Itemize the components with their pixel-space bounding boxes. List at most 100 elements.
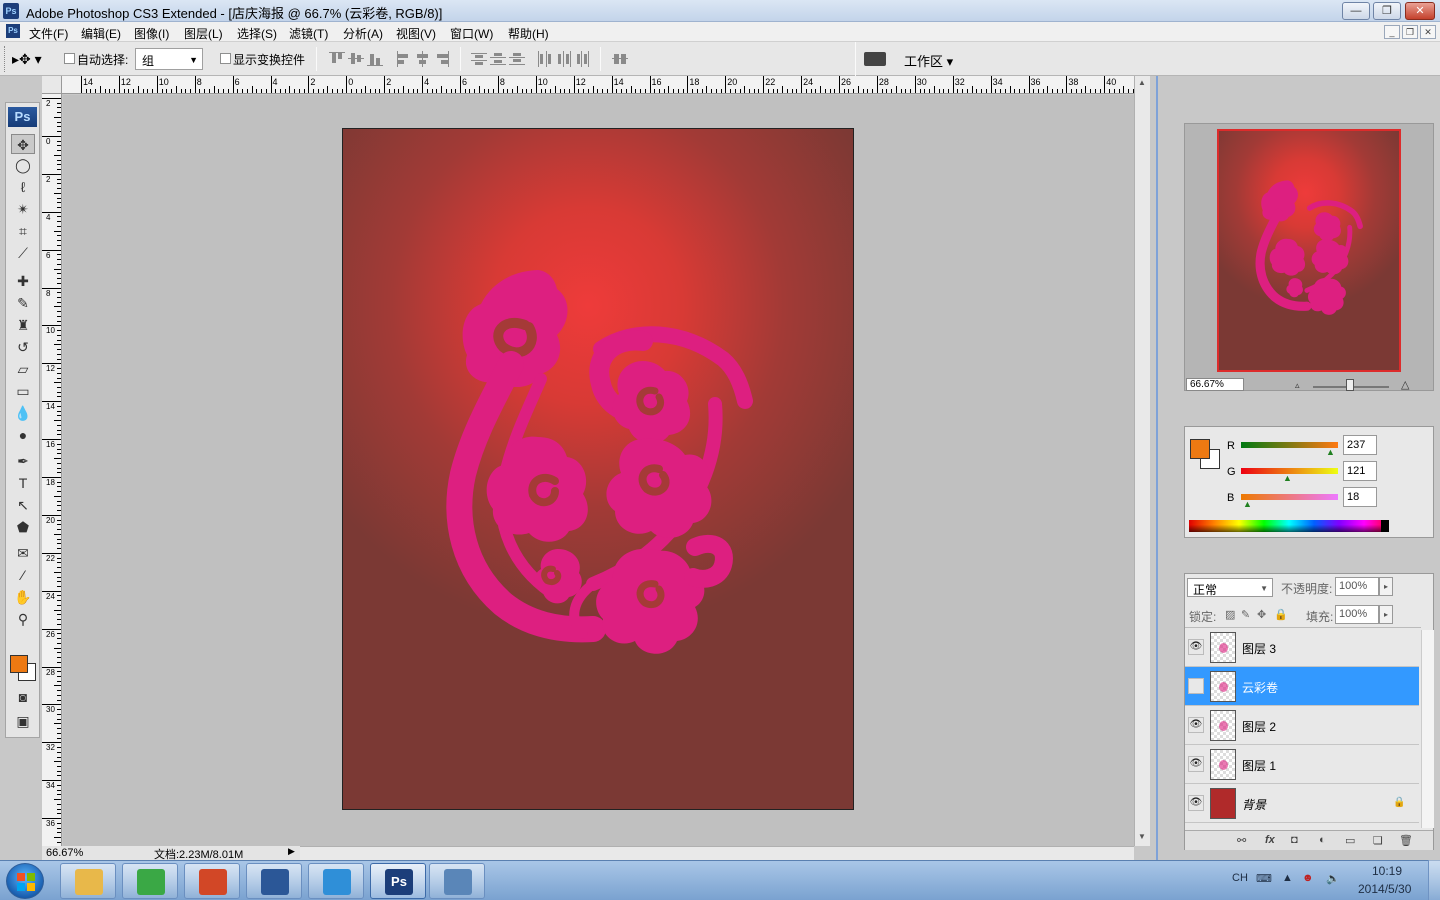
horizontal-scrollbar[interactable] bbox=[300, 846, 1134, 860]
document-icon[interactable]: Ps bbox=[6, 24, 20, 38]
horizontal-ruler[interactable]: 14 12 10 8 6 4 2 0 2 4 6 8 10 12 14 16 18 20 22 24 26 28 30 32 3… bbox=[62, 76, 1134, 94]
gradient-tool-icon[interactable]: ▭ bbox=[11, 381, 35, 401]
qq-icon[interactable]: ☻ bbox=[1302, 872, 1314, 884]
green-slider-knob[interactable]: ▲ bbox=[1283, 473, 1292, 483]
document-work-area[interactable] bbox=[63, 95, 1134, 846]
layer-thumbnail[interactable] bbox=[1210, 788, 1236, 819]
quick-mask-icon[interactable]: ◙ bbox=[11, 687, 35, 707]
menu-file[interactable]: 文件(F) bbox=[29, 25, 68, 42]
menu-filter[interactable]: 滤镜(T) bbox=[289, 25, 328, 42]
auto-select-checkbox[interactable] bbox=[64, 53, 75, 64]
workspace-menu[interactable]: 工作区 ▾ bbox=[904, 51, 953, 70]
panel-foreground-swatch[interactable] bbox=[1190, 439, 1210, 459]
type-tool-icon[interactable]: T bbox=[11, 473, 35, 493]
healing-brush-tool-icon[interactable]: ✚ bbox=[11, 271, 35, 291]
zoom-level[interactable]: 66.67% bbox=[46, 847, 83, 859]
keyboard-icon[interactable]: ⌨ bbox=[1256, 872, 1272, 885]
opacity-arrow[interactable]: ▸ bbox=[1379, 577, 1393, 596]
adjustment-layer-icon[interactable]: ◐ bbox=[1319, 834, 1326, 846]
distribute-left-icon[interactable] bbox=[537, 51, 553, 67]
eraser-tool-icon[interactable]: ▱ bbox=[11, 359, 35, 379]
layer-row[interactable]: 👁 图层 2 bbox=[1185, 706, 1419, 745]
red-slider-knob[interactable]: ▲ bbox=[1326, 447, 1335, 457]
align-hcenter-icon[interactable] bbox=[415, 51, 431, 67]
document-canvas[interactable] bbox=[342, 128, 854, 810]
vertical-scrollbar[interactable]: ▲ ▼ bbox=[1134, 76, 1150, 846]
visibility-toggle[interactable] bbox=[1188, 678, 1204, 694]
zoom-tool-icon[interactable]: ⚲ bbox=[11, 609, 35, 629]
vertical-ruler[interactable]: 2 0 2 4 6 8 10 12 14 16 18 20 22 24 26 28 30 32 34 36 bbox=[42, 94, 62, 846]
blue-channel-slider[interactable] bbox=[1241, 494, 1338, 500]
align-vcenter-icon[interactable] bbox=[348, 51, 364, 67]
eye-visibility-icon[interactable]: 👁 bbox=[1188, 795, 1204, 811]
align-right-icon[interactable] bbox=[434, 51, 450, 67]
layer-name[interactable]: 图层 3 bbox=[1242, 640, 1276, 657]
layer-row[interactable]: 云彩卷 bbox=[1185, 667, 1419, 706]
fill-arrow[interactable]: ▸ bbox=[1379, 605, 1393, 624]
taskbar-app-button[interactable] bbox=[184, 863, 240, 899]
layer-row[interactable]: 👁 图层 3 bbox=[1185, 628, 1419, 667]
clock-time[interactable]: 10:19 bbox=[1372, 864, 1402, 878]
scroll-down-arrow[interactable]: ▼ bbox=[1138, 832, 1146, 841]
black-white-ramp[interactable] bbox=[1381, 520, 1389, 532]
camera-icon[interactable] bbox=[864, 52, 886, 66]
lock-position-icon[interactable]: ✥ bbox=[1257, 608, 1266, 621]
green-value-field[interactable]: 121 bbox=[1343, 461, 1377, 481]
ruler-origin[interactable] bbox=[42, 76, 62, 94]
blue-value-field[interactable]: 18 bbox=[1343, 487, 1377, 507]
minimize-button[interactable]: — bbox=[1342, 2, 1370, 20]
input-language-indicator[interactable]: CH bbox=[1232, 872, 1248, 884]
maximize-button[interactable]: ❐ bbox=[1373, 2, 1401, 20]
layer-thumbnail[interactable] bbox=[1210, 632, 1236, 663]
lock-pixels-icon[interactable]: ✎ bbox=[1241, 608, 1250, 621]
align-top-icon[interactable] bbox=[329, 51, 345, 67]
fill-field[interactable]: 100% bbox=[1335, 605, 1379, 624]
doc-restore-button[interactable]: ❐ bbox=[1402, 25, 1418, 39]
menu-view[interactable]: 视图(V) bbox=[396, 25, 436, 42]
menu-layer[interactable]: 图层(L) bbox=[184, 25, 223, 42]
taskbar-app-button[interactable] bbox=[60, 863, 116, 899]
path-selection-tool-icon[interactable]: ↖ bbox=[11, 495, 35, 515]
eye-visibility-icon[interactable]: 👁 bbox=[1188, 756, 1204, 772]
align-bottom-icon[interactable] bbox=[367, 51, 383, 67]
layer-thumbnail[interactable] bbox=[1210, 749, 1236, 780]
hand-tool-icon[interactable]: ✋ bbox=[11, 587, 35, 607]
status-menu-arrow[interactable]: ▶ bbox=[288, 846, 295, 857]
pen-tool-icon[interactable]: ✒ bbox=[11, 451, 35, 471]
link-layers-icon[interactable]: ⚯ bbox=[1237, 834, 1246, 847]
layer-style-icon[interactable]: fx bbox=[1265, 834, 1275, 846]
distribute-right-icon[interactable] bbox=[575, 51, 591, 67]
options-grip[interactable] bbox=[4, 46, 8, 72]
layer-name[interactable]: 图层 2 bbox=[1242, 718, 1276, 735]
taskbar-app-button[interactable]: Ps bbox=[370, 863, 426, 899]
new-group-icon[interactable]: ▭ bbox=[1345, 834, 1355, 847]
close-button[interactable]: ✕ bbox=[1405, 2, 1435, 20]
distribute-hcenter-icon[interactable] bbox=[556, 51, 572, 67]
layer-thumbnail[interactable] bbox=[1210, 710, 1236, 741]
layer-name[interactable]: 背景 bbox=[1242, 796, 1266, 813]
scroll-up-arrow[interactable]: ▲ bbox=[1138, 78, 1146, 87]
show-desktop-button[interactable] bbox=[1428, 860, 1440, 900]
navigator-zoom-knob[interactable] bbox=[1346, 379, 1354, 391]
blue-slider-knob[interactable]: ▲ bbox=[1243, 499, 1252, 509]
doc-minimize-button[interactable]: _ bbox=[1384, 25, 1400, 39]
shape-tool-icon[interactable]: ⬟ bbox=[11, 517, 35, 537]
color-spectrum-ramp[interactable] bbox=[1189, 520, 1389, 532]
screen-mode-icon[interactable]: ▣ bbox=[11, 711, 35, 731]
align-left-icon[interactable] bbox=[396, 51, 412, 67]
photoshop-logo[interactable]: Ps bbox=[8, 107, 37, 127]
lock-transparent-icon[interactable]: ▨ bbox=[1225, 608, 1235, 621]
taskbar-app-button[interactable] bbox=[308, 863, 364, 899]
layer-row[interactable]: 👁 图层 1 bbox=[1185, 745, 1419, 784]
menu-help[interactable]: 帮助(H) bbox=[508, 25, 549, 42]
marquee-tool-icon[interactable]: ◯ bbox=[11, 155, 35, 175]
doc-close-button[interactable]: ✕ bbox=[1420, 25, 1436, 39]
new-layer-icon[interactable]: ❏ bbox=[1373, 834, 1383, 847]
layer-row[interactable]: 👁 背景 🔒 bbox=[1185, 784, 1419, 823]
delete-layer-icon[interactable]: 🗑 bbox=[1399, 834, 1413, 847]
menu-analysis[interactable]: 分析(A) bbox=[343, 25, 383, 42]
layer-mask-icon[interactable]: ◘ bbox=[1291, 834, 1298, 846]
layer-name[interactable]: 云彩卷 bbox=[1242, 679, 1278, 696]
brush-tool-icon[interactable]: ✎ bbox=[11, 293, 35, 313]
tool-preset-picker[interactable]: ▸✥ ▾ bbox=[12, 47, 52, 71]
